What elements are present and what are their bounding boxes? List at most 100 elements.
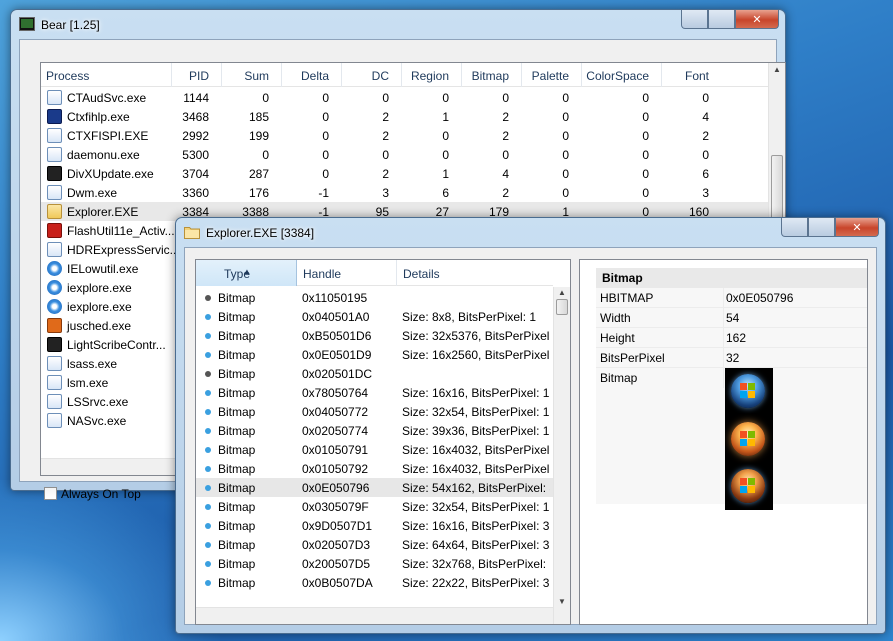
type-header-label: Type — [224, 267, 251, 281]
generic-process-icon — [47, 185, 62, 200]
flash-process-icon — [47, 223, 62, 238]
cell-delta: 0 — [322, 148, 329, 162]
process-row[interactable]: Dwm.exe 3360 176 -1 3 6 2 0 0 3 — [41, 183, 768, 202]
explorer-titlebar[interactable]: Explorer.EXE [3384] ✕ — [176, 218, 885, 246]
column-header-colorspace[interactable]: ColorSpace — [586, 69, 649, 83]
maximize-button[interactable] — [708, 10, 735, 29]
cell-region: 1 — [442, 110, 449, 124]
details-column-header[interactable]: Details — [403, 267, 440, 281]
bitmap-bullet-icon — [205, 561, 211, 567]
cell-colorspace: 0 — [642, 129, 649, 143]
cell-type: Bitmap — [218, 576, 256, 590]
checkbox-box[interactable] — [44, 487, 57, 501]
process-row[interactable]: CTAudSvc.exe 1144 0 0 0 0 0 0 0 0 — [41, 88, 768, 107]
column-header-bitmap[interactable]: Bitmap — [472, 69, 509, 83]
process-row[interactable]: daemonu.exe 5300 0 0 0 0 0 0 0 0 — [41, 145, 768, 164]
explorer-object-window: Explorer.EXE [3384] ✕ ▲ Type Handle Deta… — [175, 217, 886, 634]
object-row[interactable]: Bitmap 0x02050774 Size: 39x36, BitsPerPixe… — [196, 421, 553, 440]
object-row[interactable]: Bitmap 0x020507D3 Size: 64x64, BitsPerPixe… — [196, 535, 553, 554]
property-row[interactable]: Height 162 — [596, 328, 867, 348]
scroll-up-icon[interactable]: ▲ — [773, 65, 781, 74]
column-divider[interactable] — [171, 63, 172, 87]
close-button[interactable]: ✕ — [835, 218, 879, 237]
cell-font: 3 — [702, 186, 709, 200]
column-header-delta[interactable]: Delta — [301, 69, 329, 83]
property-row[interactable]: BitsPerPixel 32 — [596, 348, 867, 368]
object-row[interactable]: Bitmap 0x020501DC — [196, 364, 553, 383]
object-row[interactable]: Bitmap 0x11050195 — [196, 288, 553, 307]
bitmap-bullet-icon — [205, 542, 211, 548]
cell-handle: 0x02050774 — [302, 424, 369, 438]
process-row[interactable]: DivXUpdate.exe 3704 287 0 2 1 4 0 0 6 — [41, 164, 768, 183]
start-orb-pressed-image — [731, 469, 765, 503]
property-name: HBITMAP — [600, 291, 654, 305]
handle-column-header[interactable]: Handle — [303, 267, 341, 281]
column-divider[interactable] — [581, 63, 582, 87]
minimize-button[interactable] — [781, 218, 808, 237]
column-header-palette[interactable]: Palette — [532, 69, 569, 83]
minimize-button[interactable] — [681, 10, 708, 29]
cell-font: 4 — [702, 110, 709, 124]
object-row[interactable]: Bitmap 0x01050792 Size: 16x4032, BitsPerPi… — [196, 459, 553, 478]
column-header-name[interactable]: Process — [46, 69, 89, 83]
column-divider[interactable] — [281, 63, 282, 87]
maximize-button[interactable] — [808, 218, 835, 237]
generic-process-icon — [47, 242, 62, 257]
column-header-dc[interactable]: DC — [372, 69, 389, 83]
object-row[interactable]: Bitmap 0x0E050796 Size: 54x162, BitsPerPix… — [196, 478, 553, 497]
type-column-header[interactable]: ▲ Type — [196, 260, 297, 286]
column-divider[interactable] — [341, 63, 342, 87]
object-row[interactable]: Bitmap 0x0B0507DA Size: 22x22, BitsPerPixe… — [196, 573, 553, 592]
cell-region: 0 — [442, 129, 449, 143]
cell-type: Bitmap — [218, 462, 256, 476]
property-row[interactable]: HBITMAP 0x0E050796 — [596, 288, 867, 308]
cell-palette: 0 — [562, 148, 569, 162]
object-row[interactable]: Bitmap 0x200507D5 Size: 32x768, BitsPerPix… — [196, 554, 553, 573]
object-row[interactable]: Bitmap 0x01050791 Size: 16x4032, BitsPerPi… — [196, 440, 553, 459]
cell-colorspace: 0 — [642, 148, 649, 162]
windows-flag-icon — [740, 431, 756, 447]
cell-type: Bitmap — [218, 500, 256, 514]
bitmap-bullet-icon — [205, 333, 211, 339]
object-row[interactable]: Bitmap 0x0E0501D9 Size: 16x2560, BitsPerPi… — [196, 345, 553, 364]
bitmap-bullet-icon — [205, 390, 211, 396]
column-divider[interactable] — [401, 63, 402, 87]
column-divider[interactable] — [396, 260, 397, 286]
object-list-vscrollbar[interactable]: ▲ ▼ — [553, 287, 570, 624]
process-name: jusched.exe — [67, 319, 132, 333]
property-divider — [723, 308, 724, 327]
bear-titlebar[interactable]: Bear [1.25] ✕ — [11, 10, 785, 38]
close-button[interactable]: ✕ — [735, 10, 779, 29]
generic-process-icon — [47, 356, 62, 371]
column-header-pid[interactable]: PID — [189, 69, 209, 83]
object-row[interactable]: Bitmap 0xB50501D6 Size: 32x5376, BitsPerPi… — [196, 326, 553, 345]
column-header-region[interactable]: Region — [411, 69, 449, 83]
cell-pid: 2992 — [182, 129, 209, 143]
property-row[interactable]: Width 54 — [596, 308, 867, 328]
object-row[interactable]: Bitmap 0x0305079F Size: 32x54, BitsPerPixe… — [196, 497, 553, 516]
object-row[interactable]: Bitmap 0x04050772 Size: 32x54, BitsPerPixe… — [196, 402, 553, 421]
cell-type: Bitmap — [218, 348, 256, 362]
generic-process-icon — [47, 394, 62, 409]
object-row[interactable]: Bitmap 0x78050764 Size: 16x16, BitsPerPixe… — [196, 383, 553, 402]
cell-type: Bitmap — [218, 405, 256, 419]
scroll-thumb[interactable] — [556, 299, 568, 315]
column-header-font[interactable]: Font — [685, 69, 709, 83]
scroll-down-icon[interactable]: ▼ — [558, 597, 566, 606]
object-row[interactable]: Bitmap 0x040501A0 Size: 8x8, BitsPerPixel:… — [196, 307, 553, 326]
scroll-up-icon[interactable]: ▲ — [558, 288, 566, 297]
object-list-hscrollbar[interactable] — [196, 607, 553, 624]
object-row[interactable]: Bitmap 0x9D0507D1 Size: 16x16, BitsPerPixe… — [196, 516, 553, 535]
process-row[interactable]: Ctxfihlp.exe 3468 185 0 2 1 2 0 0 4 — [41, 107, 768, 126]
column-divider[interactable] — [221, 63, 222, 87]
cell-font: 2 — [702, 129, 709, 143]
always-on-top-checkbox[interactable]: Always On Top — [44, 486, 141, 501]
column-header-sum[interactable]: Sum — [244, 69, 269, 83]
column-divider[interactable] — [461, 63, 462, 87]
gdi-object-list[interactable]: ▲ Type Handle Details Bitmap 0x11050195 Bi… — [195, 259, 571, 625]
scroll-thumb[interactable] — [771, 155, 783, 219]
process-name: lsass.exe — [67, 357, 118, 371]
column-divider[interactable] — [521, 63, 522, 87]
process-row[interactable]: CTXFISPI.EXE 2992 199 0 2 0 2 0 0 2 — [41, 126, 768, 145]
column-divider[interactable] — [661, 63, 662, 87]
